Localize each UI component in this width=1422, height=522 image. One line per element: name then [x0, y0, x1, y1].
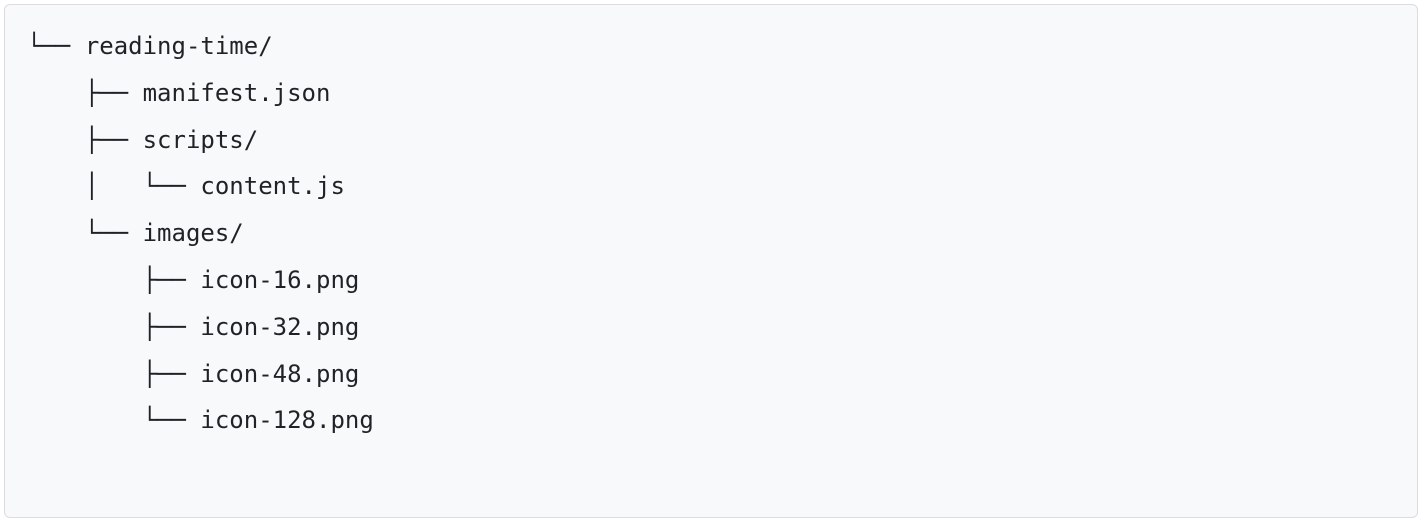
tree-node-name: icon-32.png: [200, 313, 359, 341]
tree-prefix: └──: [27, 32, 70, 60]
tree-line-root: └── reading-time/: [27, 23, 1395, 70]
tree-line: ├── icon-16.png: [27, 257, 1395, 304]
tree-line: ├── icon-32.png: [27, 304, 1395, 351]
tree-node-name: scripts/: [143, 126, 259, 154]
tree-node-name: content.js: [200, 172, 345, 200]
tree-line: │ └── content.js: [27, 163, 1395, 210]
directory-tree-block: └── reading-time/ ├── manifest.json ├── …: [4, 4, 1418, 518]
tree-prefix: └──: [27, 219, 128, 247]
tree-node-name: icon-48.png: [200, 360, 359, 388]
tree-node-name: icon-128.png: [200, 406, 373, 434]
tree-node-name: reading-time/: [85, 32, 273, 60]
tree-node-name: icon-16.png: [200, 266, 359, 294]
tree-prefix: ├──: [27, 266, 186, 294]
tree-prefix: ├──: [27, 79, 128, 107]
tree-prefix: │ └──: [27, 172, 186, 200]
tree-prefix: ├──: [27, 360, 186, 388]
tree-prefix: ├──: [27, 313, 186, 341]
tree-prefix: ├──: [27, 126, 128, 154]
tree-line: └── images/: [27, 210, 1395, 257]
tree-node-name: manifest.json: [143, 79, 331, 107]
tree-line: ├── icon-48.png: [27, 351, 1395, 398]
tree-prefix: └──: [27, 406, 186, 434]
tree-line: ├── manifest.json: [27, 70, 1395, 117]
tree-node-name: images/: [143, 219, 244, 247]
tree-line: ├── scripts/: [27, 117, 1395, 164]
tree-line: └── icon-128.png: [27, 397, 1395, 444]
